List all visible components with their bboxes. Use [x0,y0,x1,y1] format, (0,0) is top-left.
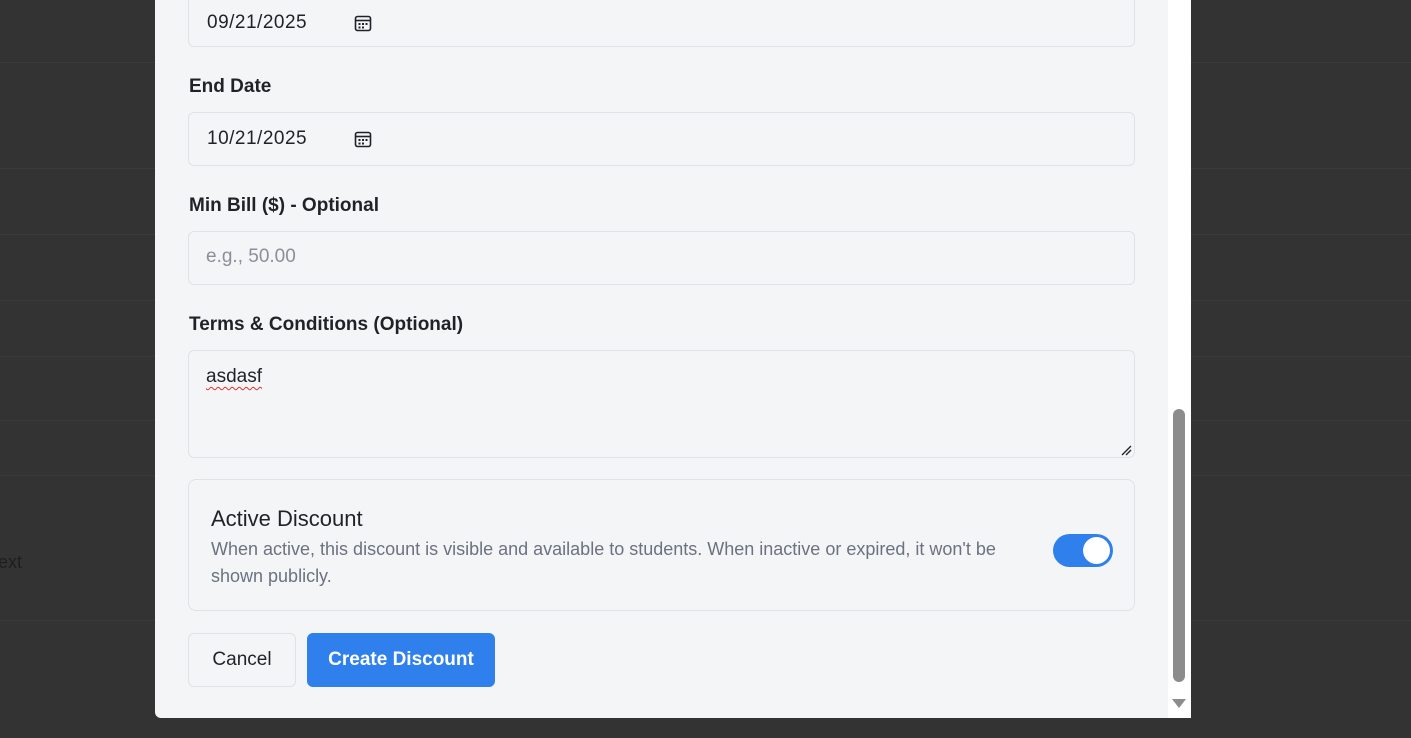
min-bill-placeholder: e.g., 50.00 [206,246,296,267]
active-discount-description: When active, this discount is visible an… [211,539,996,586]
create-discount-button[interactable]: Create Discount [307,633,495,687]
min-bill-label: Min Bill ($) - Optional [189,195,379,216]
active-discount-title: Active Discount [211,506,363,531]
active-discount-card: Active Discount When active, this discou… [188,479,1135,611]
calendar-icon[interactable] [354,14,372,32]
terms-label: Terms & Conditions (Optional) [189,314,464,335]
scroll-down-arrow-icon[interactable] [1172,696,1186,708]
active-discount-toggle[interactable] [1053,534,1113,567]
terms-value: asdasf [206,366,262,387]
calendar-icon[interactable] [354,130,372,148]
terms-textarea[interactable]: asdasf [188,350,1135,458]
start-date-input[interactable]: 09/21/2025 [188,0,1135,47]
toggle-knob [1083,537,1110,564]
background-partial-text: ext [0,552,23,572]
min-bill-input[interactable]: e.g., 50.00 [188,231,1135,285]
resize-grip-icon[interactable] [1120,443,1132,456]
end-date-input[interactable]: 10/21/2025 [188,112,1135,166]
cancel-button[interactable]: Cancel [188,633,296,687]
end-date-value: 10/21/2025 [207,128,308,149]
end-date-label: End Date [189,76,272,97]
start-date-value: 09/21/2025 [207,11,308,33]
scrollbar-thumb[interactable] [1173,409,1185,682]
